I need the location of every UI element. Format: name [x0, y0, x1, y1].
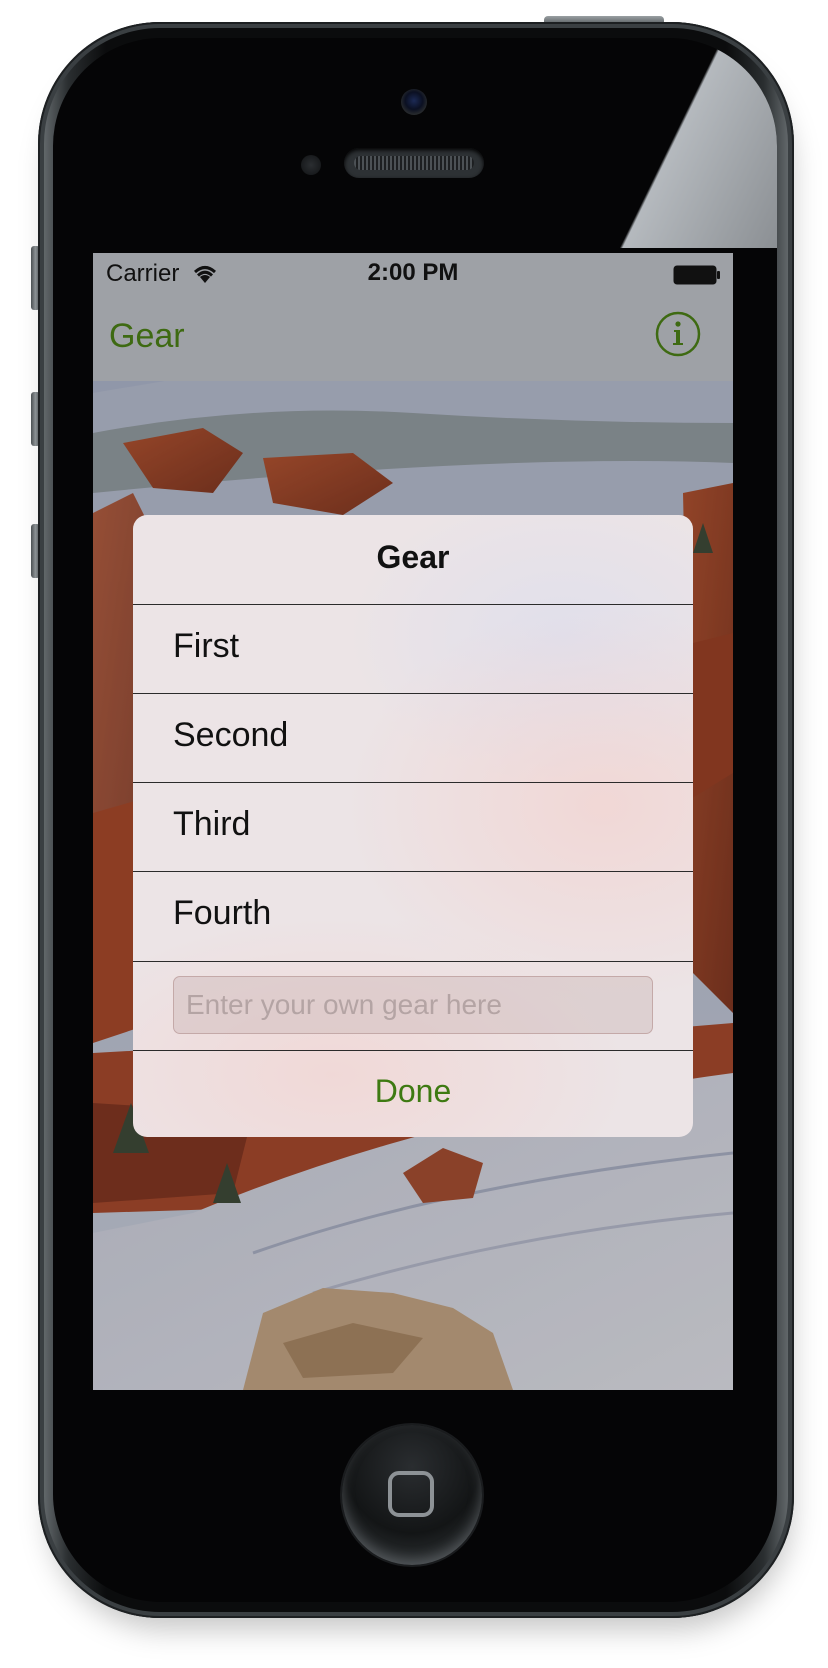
- home-button-icon[interactable]: [342, 1425, 482, 1565]
- screen: Carrier 2:00 PM Gear Gear First Second T…: [93, 253, 733, 1390]
- battery-icon: [673, 265, 720, 285]
- alert-option-label: First: [173, 627, 240, 665]
- alert-option-label: Third: [173, 805, 251, 843]
- front-camera-icon: [401, 89, 427, 115]
- status-bar: Carrier 2:00 PM: [93, 253, 733, 293]
- navigation-bar: Gear: [93, 293, 733, 381]
- custom-gear-row: [133, 961, 693, 1050]
- done-button[interactable]: Done: [133, 1050, 693, 1137]
- nav-title: Gear: [109, 317, 185, 355]
- status-time: 2:00 PM: [367, 259, 459, 286]
- done-button-label: Done: [374, 1073, 452, 1109]
- alert-title: Gear: [376, 539, 450, 575]
- home-square-icon: [388, 1471, 434, 1517]
- earpiece-icon: [344, 148, 484, 178]
- alert-option-label: Second: [173, 716, 289, 754]
- proximity-sensor-icon: [301, 155, 321, 175]
- page: Carrier 2:00 PM Gear Gear First Second T…: [0, 0, 828, 1668]
- alert-option-second[interactable]: Second: [133, 693, 693, 782]
- alert-option-third[interactable]: Third: [133, 782, 693, 871]
- alert-option-label: Fourth: [173, 894, 272, 932]
- gear-alert: Gear First Second Third Fourth Done: [133, 515, 693, 1137]
- info-icon[interactable]: [655, 311, 701, 357]
- custom-gear-input[interactable]: [173, 976, 653, 1034]
- alert-option-fourth[interactable]: Fourth: [133, 871, 693, 960]
- alert-option-first[interactable]: First: [133, 604, 693, 693]
